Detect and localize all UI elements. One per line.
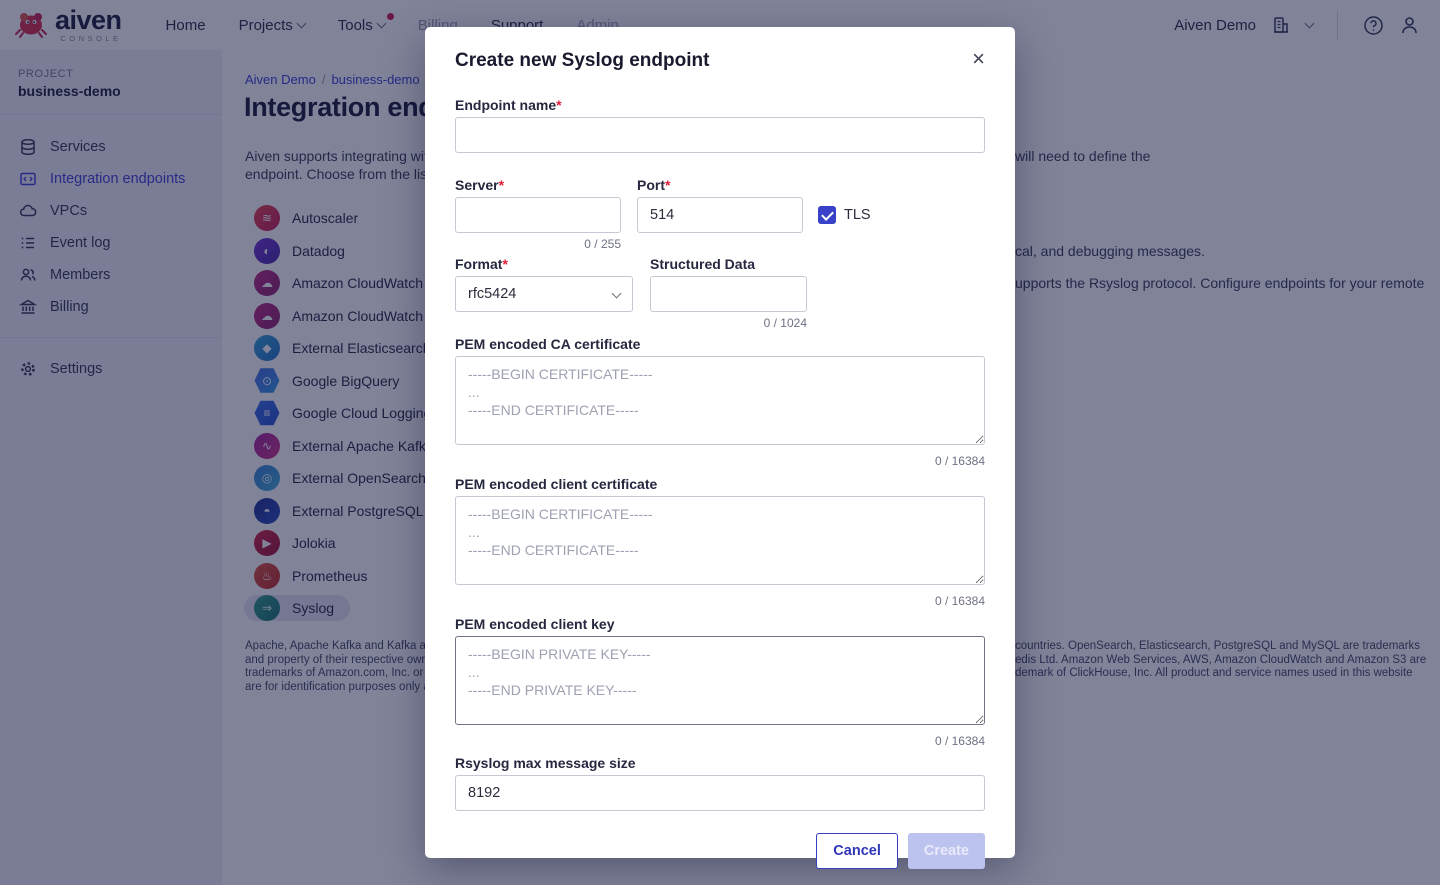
- structured-data-char-counter: 0 / 1024: [650, 316, 807, 328]
- ca-certificate-label: PEM encoded CA certificate: [455, 336, 985, 353]
- ca-certificate-char-counter: 0 / 16384: [455, 454, 985, 466]
- structured-data-label: Structured Data: [650, 256, 807, 273]
- max-message-size-label: Rsyslog max message size: [455, 755, 985, 772]
- client-certificate-label: PEM encoded client certificate: [455, 476, 985, 493]
- tls-checkbox[interactable]: [818, 206, 836, 224]
- create-syslog-endpoint-dialog: Create new Syslog endpoint × Endpoint na…: [425, 27, 1015, 858]
- chevron-down-icon: [612, 288, 622, 298]
- tls-label: TLS: [844, 207, 871, 223]
- server-label: Server*: [455, 177, 621, 194]
- client-key-textarea[interactable]: [455, 636, 985, 725]
- app-root: aiven CONSOLE Home Projects Tools Billin…: [0, 0, 1440, 885]
- format-select[interactable]: rfc5424: [455, 276, 633, 312]
- client-key-char-counter: 0 / 16384: [455, 734, 985, 746]
- port-label: Port*: [637, 177, 803, 194]
- max-message-size-input[interactable]: [455, 775, 985, 811]
- client-key-label: PEM encoded client key: [455, 616, 985, 633]
- client-certificate-char-counter: 0 / 16384: [455, 594, 985, 606]
- server-char-counter: 0 / 255: [455, 237, 621, 249]
- dialog-title: Create new Syslog endpoint: [455, 49, 709, 73]
- endpoint-name-label: Endpoint name*: [455, 97, 985, 114]
- format-label: Format*: [455, 256, 633, 273]
- ca-certificate-textarea[interactable]: [455, 356, 985, 445]
- port-input[interactable]: [637, 197, 803, 233]
- client-certificate-textarea[interactable]: [455, 496, 985, 585]
- close-icon[interactable]: ×: [972, 49, 985, 69]
- server-input[interactable]: [455, 197, 621, 233]
- create-button[interactable]: Create: [908, 833, 985, 869]
- structured-data-input[interactable]: [650, 276, 807, 312]
- endpoint-name-input[interactable]: [455, 117, 985, 153]
- format-selected-value: rfc5424: [468, 286, 516, 302]
- cancel-button[interactable]: Cancel: [816, 833, 898, 869]
